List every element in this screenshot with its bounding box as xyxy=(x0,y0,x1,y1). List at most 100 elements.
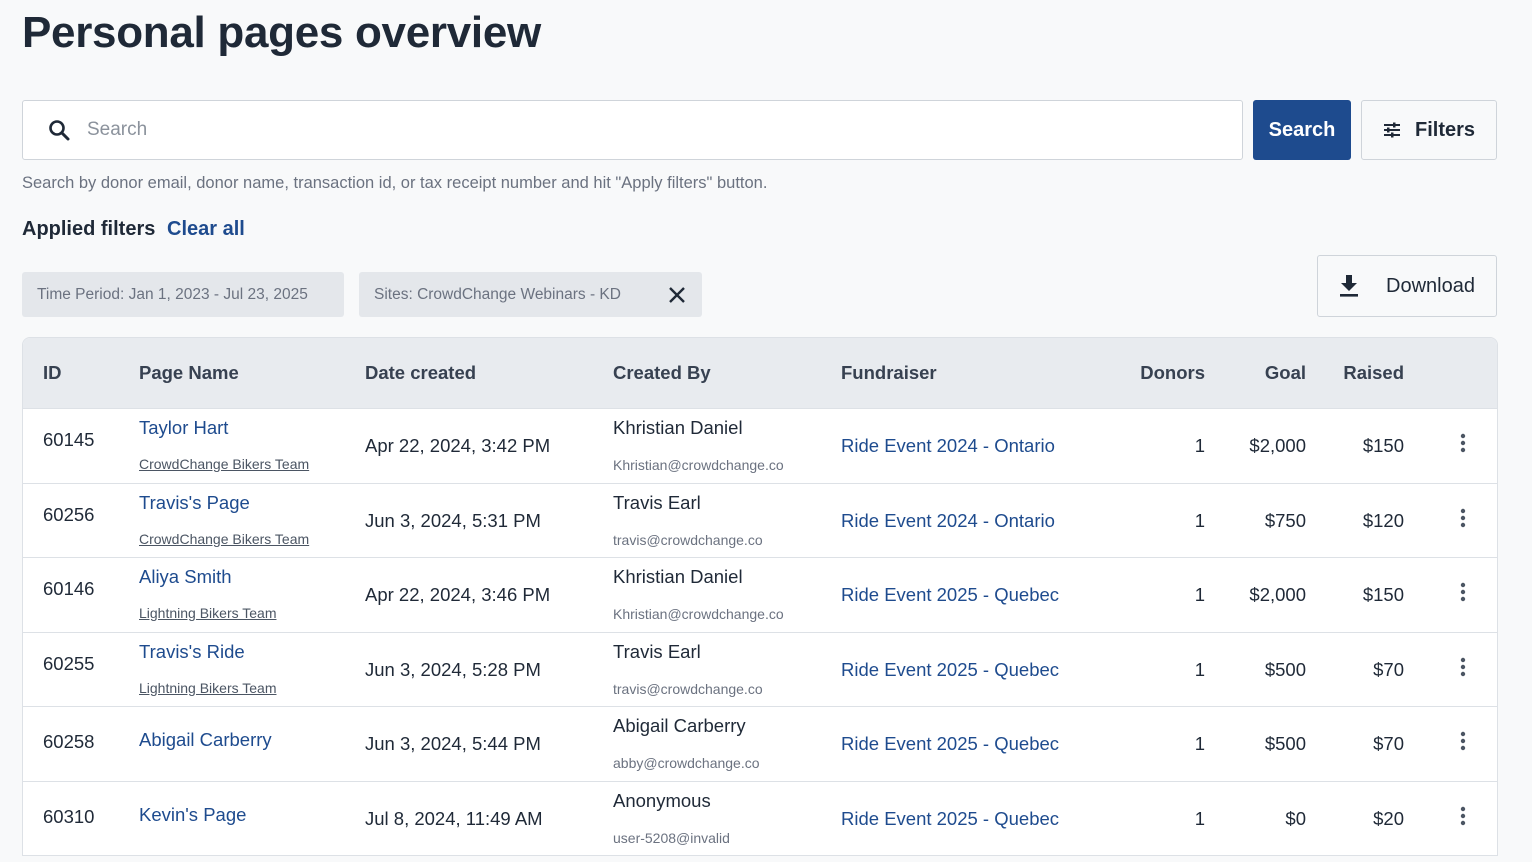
page-name-link[interactable]: Kevin's Page xyxy=(139,804,246,826)
table-body: 60145 Taylor Hart CrowdChange Bikers Team A… xyxy=(23,408,1497,855)
column-header-id[interactable]: ID xyxy=(43,362,62,384)
chip-label: Time Period: Jan 1, 2023 - Jul 23, 2025 xyxy=(37,285,308,303)
chip-label: Sites: CrowdChange Webinars - KD xyxy=(374,285,621,303)
page-name-link[interactable]: Aliya Smith xyxy=(139,566,232,588)
applied-filters-label: Applied filters xyxy=(22,218,156,240)
cell-goal: $2,000 xyxy=(1249,584,1306,605)
fundraiser-link[interactable]: Ride Event 2025 - Quebec xyxy=(841,808,1059,830)
cell-donors: 1 xyxy=(1194,509,1205,531)
personal-pages-table: ID Page Name Date created Created By Fun… xyxy=(22,337,1498,856)
cell-goal: $500 xyxy=(1264,658,1306,680)
page-name-link[interactable]: Travis's Ride xyxy=(139,641,245,663)
cell-goal: $2,000 xyxy=(1249,435,1306,456)
cell-creator-name: Khristian Daniel xyxy=(613,417,743,438)
cell-creator-email: Khristian@crowdchange.co xyxy=(613,606,784,622)
cell-goal: $0 xyxy=(1285,807,1306,829)
cell-creator-email: travis@crowdchange.co xyxy=(613,680,763,697)
fundraiser-link[interactable]: Ride Event 2024 - Ontario xyxy=(841,435,1055,457)
cell-id: 60145 xyxy=(43,429,95,450)
table-header: ID Page Name Date created Created By Fun… xyxy=(23,338,1497,408)
fundraiser-link[interactable]: Ride Event 2025 - Quebec xyxy=(841,733,1059,755)
cell-raised: $70 xyxy=(1373,733,1404,754)
column-header-date-created[interactable]: Date created xyxy=(365,362,476,384)
cell-date-created: Apr 22, 2024, 3:46 PM xyxy=(365,584,551,605)
fundraiser-link[interactable]: Ride Event 2025 - Quebec xyxy=(841,659,1059,681)
cell-goal: $750 xyxy=(1264,509,1306,531)
cell-creator-name: Travis Earl xyxy=(613,640,701,662)
cell-donors: 1 xyxy=(1194,658,1205,680)
cell-raised: $120 xyxy=(1362,509,1404,531)
filters-label: Filters xyxy=(1414,118,1476,141)
table-row: 60256 Travis's Page CrowdChange Bikers Tea… xyxy=(23,482,1497,558)
more-vertical-icon[interactable] xyxy=(1451,580,1475,604)
column-header-fundraiser[interactable]: Fundraiser xyxy=(841,362,937,384)
team-link[interactable]: CrowdChange Bikers Team xyxy=(139,531,309,547)
column-header-page-name[interactable]: Page Name xyxy=(139,362,239,384)
more-vertical-icon[interactable] xyxy=(1451,506,1475,530)
team-link[interactable]: Lightning Bikers Team xyxy=(139,605,276,621)
column-header-goal[interactable]: Goal xyxy=(1265,362,1306,384)
cell-creator-name: Abigail Carberry xyxy=(613,715,746,736)
filters-button[interactable]: Filters xyxy=(1361,100,1497,160)
more-vertical-icon[interactable] xyxy=(1451,804,1475,828)
cell-date-created: Jun 3, 2024, 5:31 PM xyxy=(365,509,541,531)
cell-date-created: Jul 8, 2024, 11:49 AM xyxy=(365,807,543,829)
page-name-link[interactable]: Taylor Hart xyxy=(139,417,228,439)
cell-date-created: Apr 22, 2024, 3:42 PM xyxy=(365,435,551,456)
cell-raised: $20 xyxy=(1373,807,1404,829)
cell-id: 60258 xyxy=(43,731,95,752)
table-row: 60146 Aliya Smith Lightning Bikers Team Apr… xyxy=(23,557,1497,632)
search-input[interactable] xyxy=(87,110,1187,150)
download-button[interactable]: Download xyxy=(1317,255,1497,317)
column-header-raised[interactable]: Raised xyxy=(1343,362,1404,384)
cell-donors: 1 xyxy=(1194,584,1205,605)
cell-date-created: Jun 3, 2024, 5:28 PM xyxy=(365,658,541,680)
cell-id: 60256 xyxy=(43,503,95,525)
sliders-icon xyxy=(1383,122,1400,138)
cell-id: 60146 xyxy=(43,578,95,599)
cell-id: 60255 xyxy=(43,652,95,674)
cell-raised: $70 xyxy=(1373,658,1404,680)
cell-donors: 1 xyxy=(1194,733,1205,754)
download-icon xyxy=(1340,275,1358,297)
cell-creator-email: travis@crowdchange.co xyxy=(613,531,763,548)
page-title: Personal pages overview xyxy=(22,8,541,57)
table-row: 60145 Taylor Hart CrowdChange Bikers Team A… xyxy=(23,408,1497,483)
search-button[interactable]: Search xyxy=(1253,100,1351,160)
cell-donors: 1 xyxy=(1194,435,1205,456)
page-name-link[interactable]: Travis's Page xyxy=(139,492,250,514)
cell-raised: $150 xyxy=(1362,584,1404,605)
team-link[interactable]: CrowdChange Bikers Team xyxy=(139,456,309,472)
cell-creator-email: Khristian@crowdchange.co xyxy=(613,457,784,473)
cell-donors: 1 xyxy=(1194,807,1205,829)
cell-creator-name: Travis Earl xyxy=(613,491,701,513)
cell-creator-name: Khristian Daniel xyxy=(613,566,743,587)
cell-id: 60310 xyxy=(43,805,95,827)
search-box[interactable] xyxy=(22,100,1243,160)
cell-date-created: Jun 3, 2024, 5:44 PM xyxy=(365,733,541,754)
table-row: 60310 Kevin's Page Jul 8, 2024, 11:49 AM An… xyxy=(23,780,1497,856)
fundraiser-link[interactable]: Ride Event 2024 - Ontario xyxy=(841,510,1055,532)
page-name-link[interactable]: Abigail Carberry xyxy=(139,729,272,751)
filter-chip-time-period: Time Period: Jan 1, 2023 - Jul 23, 2025 xyxy=(22,272,344,317)
cell-creator-email: abby@crowdchange.co xyxy=(613,755,760,771)
download-label: Download xyxy=(1386,274,1475,297)
cell-goal: $500 xyxy=(1264,733,1306,754)
table-row: 60255 Travis's Ride Lightning Bikers Team J… xyxy=(23,631,1497,707)
more-vertical-icon[interactable] xyxy=(1451,431,1475,455)
filter-chip-sites: Sites: CrowdChange Webinars - KD xyxy=(359,272,702,317)
close-icon[interactable] xyxy=(666,284,688,306)
more-vertical-icon[interactable] xyxy=(1451,729,1475,753)
fundraiser-link[interactable]: Ride Event 2025 - Quebec xyxy=(841,584,1059,606)
cell-raised: $150 xyxy=(1362,435,1404,456)
more-vertical-icon[interactable] xyxy=(1451,655,1475,679)
team-link[interactable]: Lightning Bikers Team xyxy=(139,680,276,696)
search-helper-text: Search by donor email, donor name, trans… xyxy=(22,174,768,192)
cell-creator-email: user-5208@invalid xyxy=(613,829,730,846)
column-header-donors[interactable]: Donors xyxy=(1140,362,1205,384)
search-icon xyxy=(49,120,70,141)
cell-creator-name: Anonymous xyxy=(613,789,711,811)
column-header-created-by[interactable]: Created By xyxy=(613,362,711,384)
table-row: 60258 Abigail Carberry Jun 3, 2024, 5:44 P… xyxy=(23,706,1497,781)
clear-all-link[interactable]: Clear all xyxy=(167,218,245,241)
